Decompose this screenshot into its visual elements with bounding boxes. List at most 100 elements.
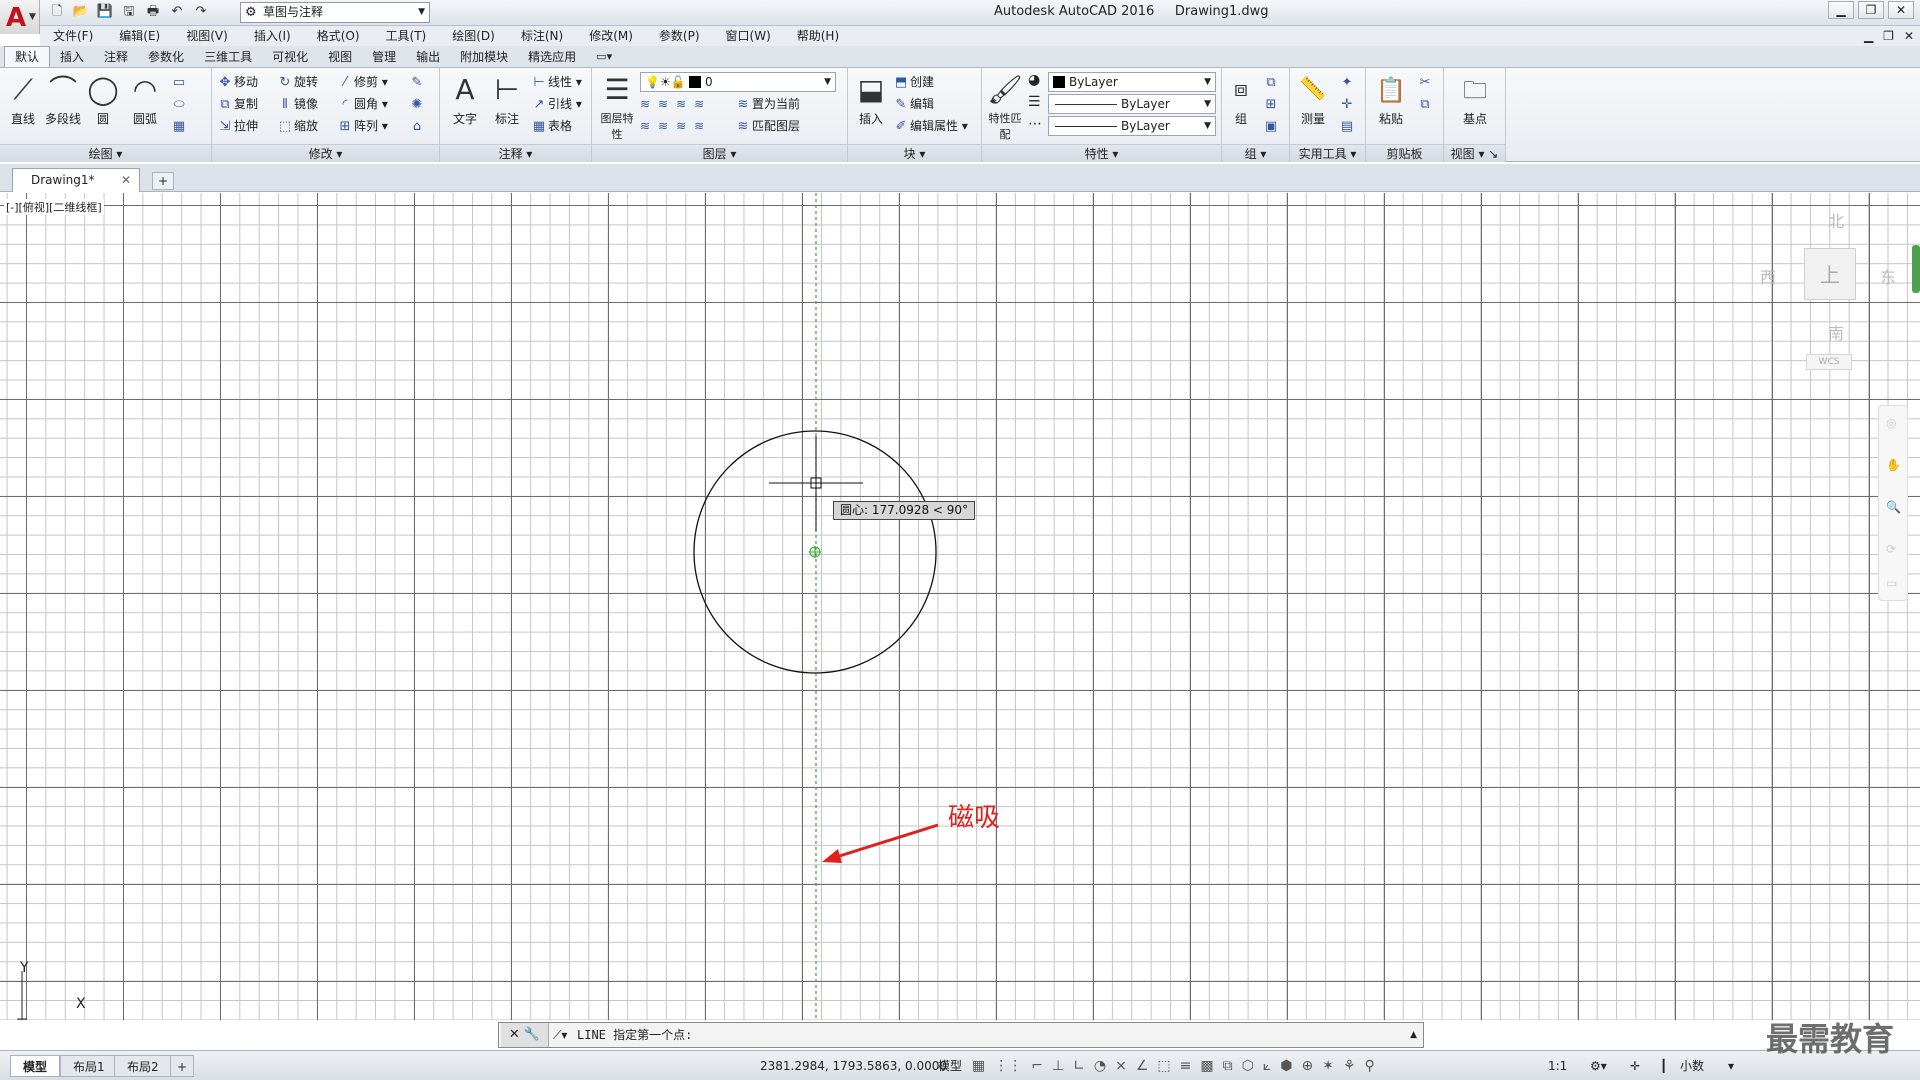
dynamic-ucs-icon[interactable]: ⟀ (1263, 1051, 1271, 1080)
snap-icon[interactable]: ⋮⋮ (994, 1051, 1022, 1080)
minimize-button[interactable]: ▁ (1828, 1, 1854, 19)
mirror-button[interactable]: ⫴ 镜像 (276, 94, 318, 114)
lineweight-icon[interactable]: ☰ (1028, 94, 1041, 110)
panel-properties-title[interactable]: 特性 ▾ (982, 144, 1221, 162)
doc-tab-drawing1[interactable]: Drawing1* ✕ (12, 168, 140, 192)
doc-close-button[interactable]: ✕ (1904, 29, 1914, 43)
application-menu-button[interactable]: A ▼ (0, 0, 40, 34)
workspace-gear-icon[interactable]: ⚙▾ (1590, 1051, 1607, 1080)
steering-wheel-icon[interactable]: ◎ (1886, 416, 1896, 430)
copy-button[interactable]: ⧉ 复制 (216, 94, 258, 114)
tab-view[interactable]: 视图 (318, 47, 362, 67)
layer-properties-button[interactable]: ☰ 图层特性 (596, 70, 638, 142)
grid-icon[interactable]: ▦ (972, 1051, 985, 1080)
panel-layers-title[interactable]: 图层 ▾ (592, 144, 847, 162)
auto-scale-icon[interactable]: ⚘ (1343, 1051, 1356, 1080)
3d-osnap-icon[interactable]: ⬡ (1242, 1051, 1254, 1080)
polar-icon[interactable]: ◔ (1094, 1051, 1106, 1080)
add-layout-button[interactable]: + (170, 1055, 195, 1077)
print-icon[interactable]: 🖶 (144, 3, 162, 21)
tab-visualize[interactable]: 可视化 (262, 47, 318, 67)
tab-addins[interactable]: 附加模块 (450, 47, 518, 67)
rectangle-button[interactable]: ▭ (170, 72, 188, 92)
selection-filter-icon[interactable]: ⬢ (1280, 1051, 1292, 1080)
viewcube-south[interactable]: 南 (1828, 320, 1844, 344)
match-properties-button[interactable]: 🖌 特性匹配 (984, 70, 1026, 142)
linetype-select[interactable]: ByLayer ▼ (1048, 94, 1216, 114)
layout-tab-model[interactable]: 模型 (10, 1055, 61, 1077)
menu-modify[interactable]: 修改(M) (576, 26, 646, 46)
create-block-button[interactable]: ⬒ 创建 (892, 72, 934, 92)
open-icon[interactable]: 📂 (72, 3, 90, 21)
orbit-icon[interactable]: ⟳ (1886, 542, 1896, 556)
menu-file[interactable]: 文件(F) (40, 26, 106, 46)
hatch-button[interactable]: ▦ (170, 116, 188, 136)
viewcube-north[interactable]: 北 (1828, 208, 1844, 232)
doc-minimize-button[interactable]: ▁ (1864, 29, 1873, 43)
annotation-monitor-icon[interactable]: ✛ (1630, 1051, 1640, 1080)
wrench-icon[interactable]: 🔧 (524, 1027, 540, 1042)
panel-groups-title[interactable]: 组 ▾ (1222, 144, 1289, 162)
undo-icon[interactable]: ↶ (168, 3, 186, 21)
new-tab-button[interactable]: + (152, 172, 174, 190)
arc-button[interactable]: ◠ 圆弧 (124, 70, 166, 142)
rotate-button[interactable]: ↻ 旋转 (276, 72, 318, 92)
table-button[interactable]: ▦ 表格 (530, 116, 572, 136)
viewcube-west[interactable]: 西 (1760, 264, 1776, 288)
polyline-button[interactable]: ⌒ 多段线 (42, 70, 84, 142)
doc-restore-button[interactable]: ❐ (1883, 29, 1894, 43)
drawing-canvas[interactable]: [-][俯视][二维线框] 圆心: 177.0928 < 90° 磁吸 Y X … (0, 193, 1920, 1020)
dynamic-input-icon[interactable]: ⊥ (1052, 1051, 1064, 1080)
group-button[interactable]: ⧈ 组 (1224, 70, 1258, 142)
gizmo-icon[interactable]: ⊕ (1301, 1051, 1313, 1080)
annotation-scale-icon[interactable]: ⚲ (1365, 1051, 1375, 1080)
quick-properties-icon[interactable]: ▾ (1728, 1051, 1734, 1080)
annotation-scale[interactable]: 1:1 (1548, 1051, 1567, 1080)
panel-view-title[interactable]: 视图 ▾ ↘ (1444, 144, 1505, 162)
wcs-menu[interactable]: WCS (1806, 354, 1852, 370)
menu-format[interactable]: 格式(O) (304, 26, 373, 46)
tab-output[interactable]: 输出 (406, 47, 450, 67)
paste-button[interactable]: 📋 粘贴 (1370, 70, 1412, 142)
color-select[interactable]: ByLayer ▼ (1048, 72, 1216, 92)
move-button[interactable]: ✥ 移动 (216, 72, 258, 92)
chevron-up-icon[interactable]: ▲ (1410, 1023, 1417, 1047)
group-select-button[interactable]: ▣ (1262, 116, 1280, 136)
close-button[interactable]: ✕ (1888, 1, 1914, 19)
erase-button[interactable]: ✎ (408, 72, 426, 92)
layout-tab-2[interactable]: 布局2 (114, 1055, 172, 1077)
layer-select[interactable]: 💡☀🔓 0 ▼ (640, 72, 836, 92)
panel-utilities-title[interactable]: 实用工具 ▾ (1290, 144, 1365, 162)
ortho-icon[interactable]: ∟ (1073, 1051, 1085, 1080)
redo-icon[interactable]: ↷ (192, 3, 210, 21)
measure-button[interactable]: 📏 测量 (1292, 70, 1334, 142)
navigation-bar[interactable]: ◎ ✋ 🔍 ⟳ ▭ (1878, 405, 1908, 601)
offset-button[interactable]: ⌂ (408, 116, 426, 136)
stretch-button[interactable]: ⇲ 拉伸 (216, 116, 258, 136)
ungroup-button[interactable]: ⧉ (1262, 72, 1280, 92)
close-icon[interactable]: ✕ (121, 169, 131, 191)
linetype-icon[interactable]: ⋯ (1028, 116, 1042, 132)
menu-help[interactable]: 帮助(H) (784, 26, 852, 46)
menu-window[interactable]: 窗口(W) (713, 26, 784, 46)
layout-tab-1[interactable]: 布局1 (60, 1055, 118, 1077)
menu-draw[interactable]: 绘图(D) (439, 26, 508, 46)
cut-button[interactable]: ✂ (1416, 72, 1434, 92)
coordinates-readout[interactable]: 2381.2984, 1793.5863, 0.0000 (760, 1051, 947, 1080)
panel-block-title[interactable]: 块 ▾ (848, 144, 981, 162)
selection-cycling-icon[interactable]: ⧉ (1223, 1051, 1233, 1080)
scale-button[interactable]: ⬚ 缩放 (276, 116, 318, 136)
zoom-icon[interactable]: 🔍 (1886, 500, 1901, 514)
tab-annotate[interactable]: 注释 (94, 47, 138, 67)
array-button[interactable]: ⊞ 阵列 ▾ (336, 116, 388, 136)
object-snap-tracking-icon[interactable]: ∠ (1136, 1051, 1149, 1080)
fillet-button[interactable]: ◜ 圆角 ▾ (336, 94, 387, 114)
calculator-button[interactable]: ▤ (1338, 116, 1356, 136)
dimension-button[interactable]: ⊢ 标注 (486, 70, 528, 142)
insert-block-button[interactable]: ⬓ 插入 (850, 70, 892, 142)
edit-block-button[interactable]: ✎ 编辑 (892, 94, 934, 114)
maximize-button[interactable]: ❐ (1858, 1, 1884, 19)
annotation-visibility-icon[interactable]: ✶ (1322, 1051, 1334, 1080)
edit-attributes-button[interactable]: ✐ 编辑属性 ▾ (892, 116, 968, 136)
command-line[interactable]: ✕ 🔧 ⟋▾ LINE 指定第一个点: ▲ (498, 1022, 1424, 1048)
